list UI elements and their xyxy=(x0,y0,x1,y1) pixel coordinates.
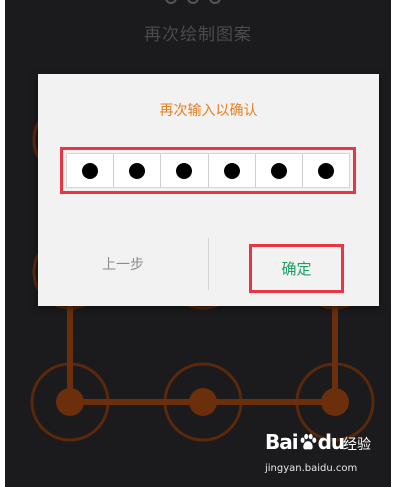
code-dot xyxy=(176,162,193,179)
logo-text-2: du xyxy=(317,430,346,454)
dialog-title: 再次输入以确认 xyxy=(159,103,258,119)
pattern-node-selected xyxy=(189,388,217,416)
code-cell xyxy=(256,154,303,187)
confirm-code-dialog: 再次输入以确认 上一步 确定 xyxy=(38,74,379,306)
code-cell xyxy=(67,154,115,187)
code-dot xyxy=(317,162,334,179)
watermark-url: jingyan.baidu.com xyxy=(265,463,358,474)
phone-screen: 再次绘制图案 再次输入以确认 上一步 确定 Bai du 经验 jingyan.… xyxy=(5,0,391,487)
confirm-button[interactable]: 确定 xyxy=(249,244,344,293)
code-cell xyxy=(303,154,349,187)
code-input-highlight xyxy=(60,147,356,194)
previous-step-button[interactable]: 上一步 xyxy=(38,238,208,290)
button-divider xyxy=(208,238,209,290)
jingyan-label: 经验 xyxy=(343,437,371,453)
paw-icon xyxy=(300,433,316,450)
code-cell xyxy=(161,154,209,187)
code-input[interactable] xyxy=(66,153,350,188)
code-dot xyxy=(129,162,146,179)
code-dot xyxy=(82,162,99,179)
pattern-node-selected xyxy=(321,388,349,416)
code-cell xyxy=(209,154,256,187)
baidu-logo: Bai du xyxy=(265,430,346,454)
pattern-node-selected xyxy=(56,388,84,416)
baidu-jingyan-watermark: Bai du 经验 jingyan.baidu.com xyxy=(265,430,391,480)
logo-text: Bai xyxy=(265,430,299,454)
code-dot xyxy=(270,162,287,179)
code-dot xyxy=(223,162,240,179)
code-cell xyxy=(114,154,162,187)
